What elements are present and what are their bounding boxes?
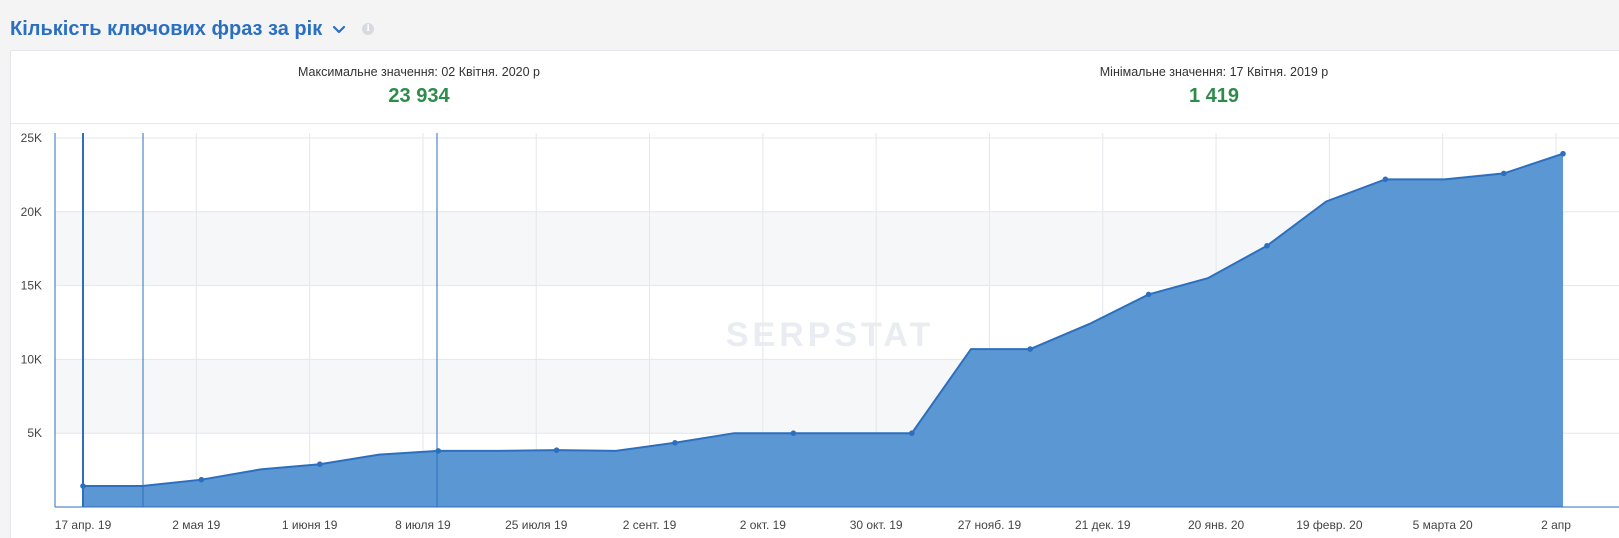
x-tick-label: 30 окт. 19: [850, 518, 903, 532]
x-tick-label: 21 дек. 19: [1075, 518, 1131, 532]
x-tick-label: 20 янв. 20: [1188, 518, 1245, 532]
x-tick-label: 19 февр. 20: [1296, 518, 1363, 532]
x-tick-label: 17 апр. 19: [55, 518, 112, 532]
x-tick-label: 2 апр: [1541, 518, 1571, 532]
data-point: [1145, 291, 1152, 298]
x-tick-label: 2 сент. 19: [623, 518, 677, 532]
y-tick-label: 20K: [21, 205, 42, 219]
data-point: [1382, 176, 1389, 183]
x-tick-label: 27 нояб. 19: [958, 518, 1022, 532]
data-point: [1501, 170, 1507, 177]
x-tick-label: 8 июля 19: [395, 518, 451, 532]
x-tick-label: 5 марта 20: [1413, 518, 1473, 532]
y-tick-label: 15K: [21, 279, 42, 293]
y-tick-label: 25K: [21, 131, 42, 145]
area-chart[interactable]: 5K 10K 15K 20K 25K 17 апр. 19 2 мая 19 1 июня 1…: [0, 0, 1619, 537]
x-tick-label: 25 июля 19: [505, 518, 568, 532]
data-point: [790, 430, 797, 437]
data-point: [198, 476, 205, 483]
data-point: [317, 461, 323, 467]
data-point: [435, 448, 442, 454]
x-tick-label: 2 окт. 19: [740, 518, 787, 532]
data-point: [1560, 150, 1566, 157]
y-tick-label: 5K: [27, 426, 42, 440]
x-tick-label: 2 мая 19: [172, 518, 220, 532]
y-tick-label: 10K: [21, 352, 42, 366]
data-point: [1027, 346, 1033, 352]
x-tick-label: 1 июня 19: [282, 518, 338, 532]
data-point: [909, 430, 915, 437]
watermark: SERPSTAT: [726, 316, 934, 354]
data-point: [1264, 242, 1270, 249]
data-point: [80, 483, 86, 489]
data-point: [672, 439, 678, 446]
data-point: [553, 447, 560, 453]
